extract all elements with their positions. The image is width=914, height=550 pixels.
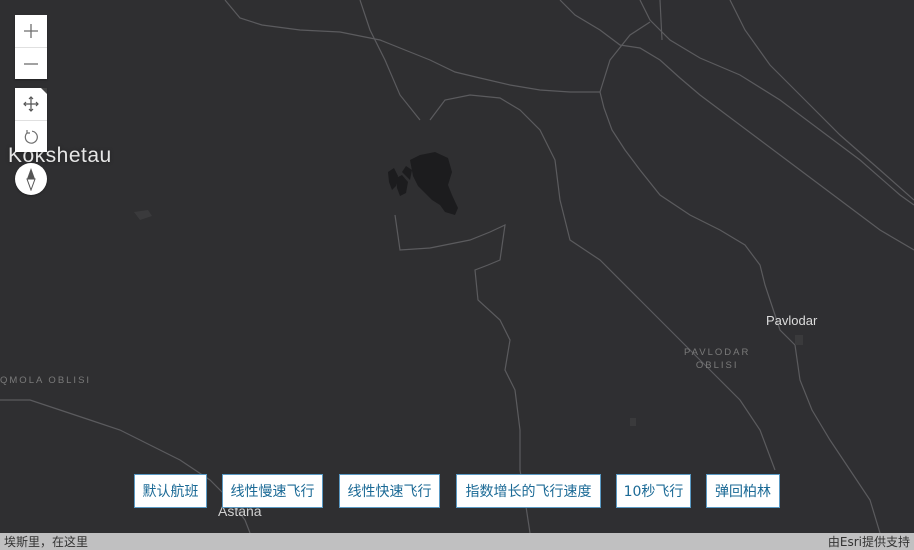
- city-label-pavlodar: Pavlodar: [766, 313, 818, 328]
- plus-icon: [24, 24, 38, 38]
- active-indicator: [41, 88, 47, 94]
- navigation-toggle: [15, 88, 47, 152]
- minus-icon: [24, 62, 38, 65]
- terrain-shade: [560, 0, 914, 533]
- compass-icon: [26, 168, 36, 191]
- rotate-icon: [24, 129, 38, 144]
- map-view[interactable]: Kokshetau Pavlodar PAVLODAR OBLISI QMOLA…: [0, 0, 914, 533]
- attribution-source: 埃斯里，在这里: [4, 535, 89, 549]
- zoom-control: [15, 15, 47, 79]
- attribution-bar: 埃斯里，在这里 由Esri提供支持: [0, 533, 914, 550]
- move-arrows-icon: [23, 96, 39, 112]
- linear-slow-flight-button[interactable]: 线性慢速飞行: [222, 474, 323, 508]
- zoom-in-button[interactable]: [15, 15, 47, 47]
- region-label-pavlodar-line1: PAVLODAR: [684, 347, 751, 358]
- region-label-aqmola-oblisi: QMOLA OBLISI: [0, 375, 92, 386]
- basemap-svg: [0, 0, 914, 533]
- exponential-flight-button[interactable]: 指数增长的飞行速度: [456, 474, 601, 508]
- pan-mode-button[interactable]: [15, 88, 47, 120]
- linear-fast-flight-button[interactable]: 线性快速飞行: [339, 474, 440, 508]
- rotate-mode-button[interactable]: [15, 120, 47, 152]
- compass-button[interactable]: [15, 163, 47, 195]
- zoom-out-button[interactable]: [15, 47, 47, 79]
- region-label-pavlodar-oblisi: PAVLODAR OBLISI: [684, 346, 750, 372]
- default-flight-button[interactable]: 默认航班: [134, 474, 207, 508]
- flight-button-bar: 默认航班 线性慢速飞行 线性快速飞行 指数增长的飞行速度 10秒飞行 弹回柏林: [0, 474, 914, 508]
- powered-by-link[interactable]: 由Esri提供支持: [828, 533, 910, 550]
- water-body-2: [630, 418, 636, 426]
- back-to-berlin-button[interactable]: 弹回柏林: [706, 474, 780, 508]
- ten-second-flight-button[interactable]: 10秒飞行: [616, 474, 691, 508]
- region-label-pavlodar-line2: OBLISI: [695, 360, 739, 371]
- water-body-3: [795, 335, 803, 345]
